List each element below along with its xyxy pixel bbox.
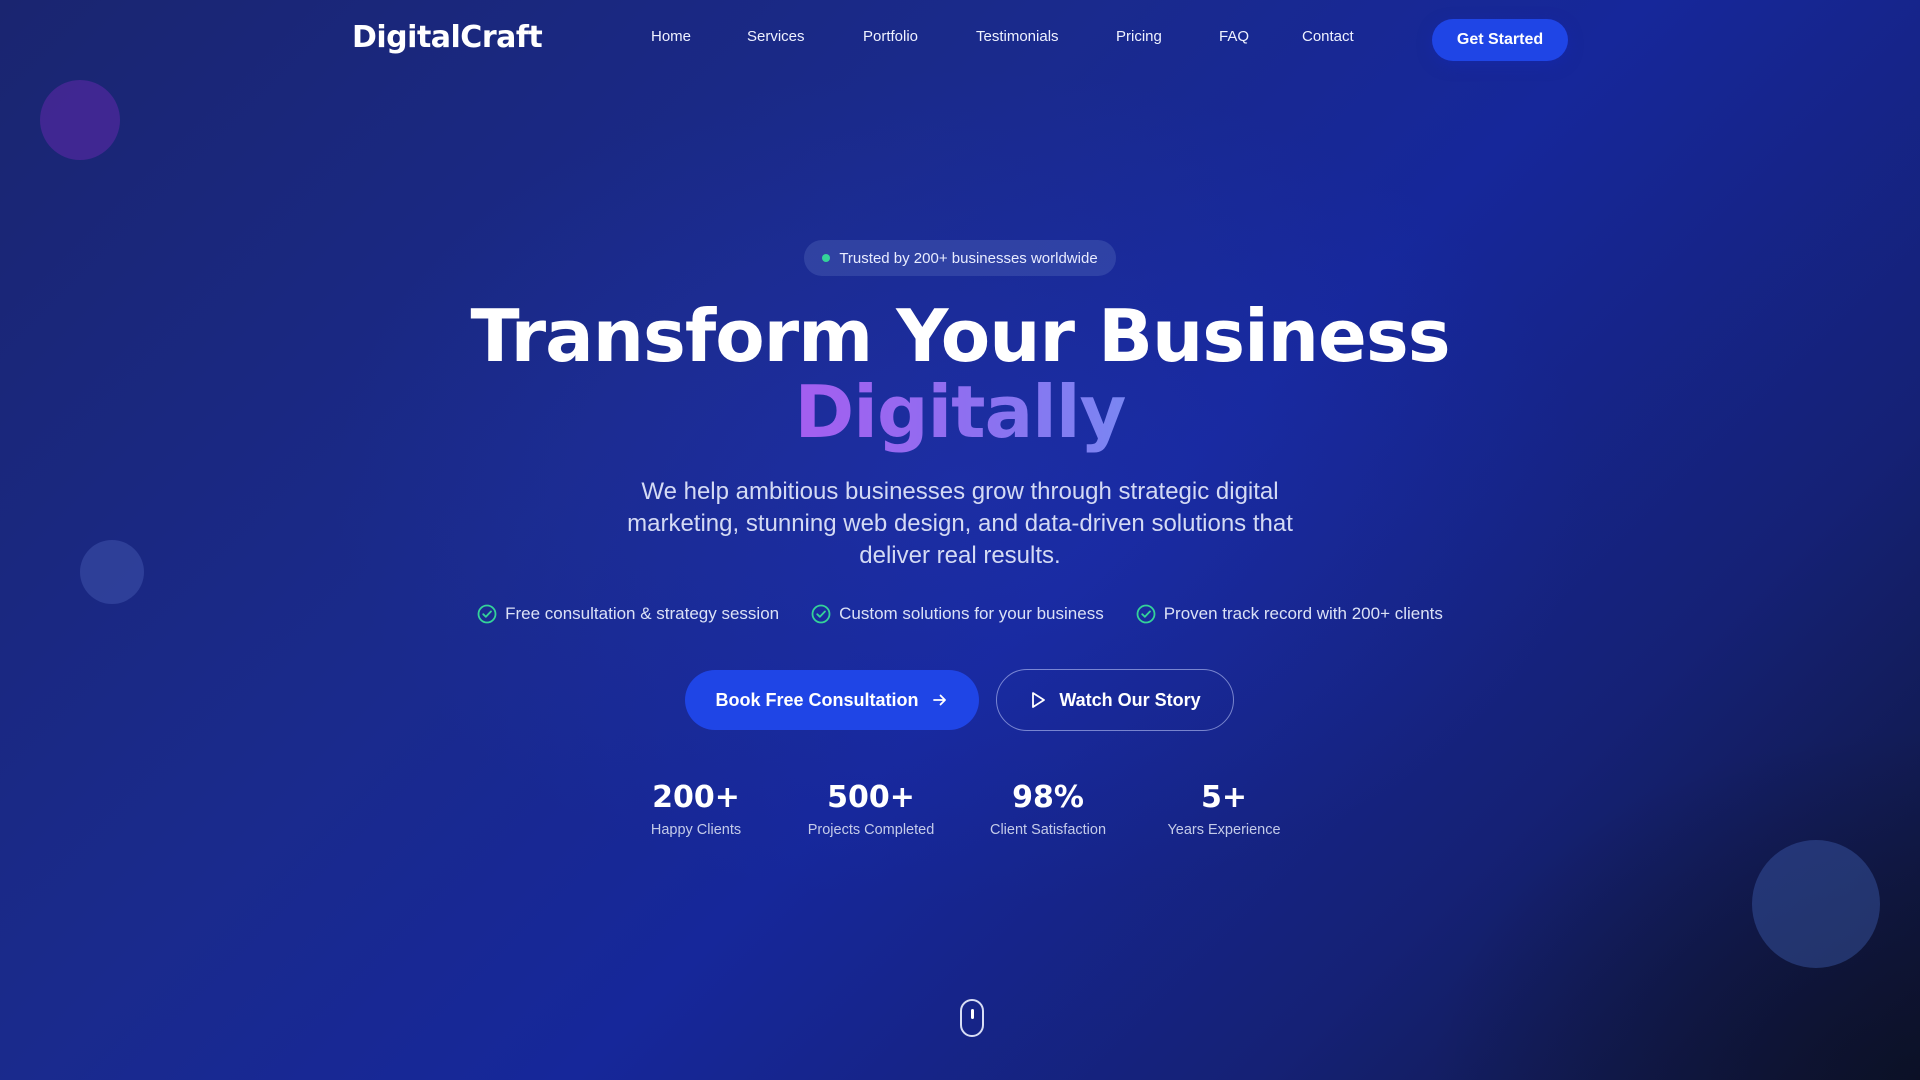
nav-link-contact[interactable]: Contact — [1302, 28, 1372, 45]
nav-links: Home Services Portfolio Testimonials Pri… — [651, 28, 1372, 45]
mouse-scroll-icon[interactable] — [960, 999, 984, 1037]
stat-value: 98% — [1012, 780, 1084, 815]
trust-badge: Trusted by 200+ businesses worldwide — [804, 240, 1116, 276]
nav-link-home[interactable]: Home — [651, 28, 747, 45]
nav-link-testimonials[interactable]: Testimonials — [976, 28, 1116, 45]
feature-text: Free consultation & strategy session — [505, 604, 780, 623]
hero-subtitle: We help ambitious businesses grow throug… — [627, 478, 1293, 569]
check-circle-icon — [811, 604, 831, 624]
check-circle-icon — [1136, 604, 1156, 624]
hero-headline: Transform Your Business — [470, 294, 1450, 378]
watch-story-button[interactable]: Watch Our Story — [996, 669, 1234, 731]
stat-years-experience: 5+ Years Experience — [1144, 778, 1304, 838]
top-navigation: DigitalCraft Home Services Portfolio Tes… — [0, 0, 1920, 78]
stat-projects-completed: 500+ Projects Completed — [791, 778, 951, 838]
hero-headline-highlight-text: Digitally — [794, 370, 1127, 454]
decorative-circle — [80, 540, 144, 604]
stat-label: Happy Clients — [650, 822, 742, 838]
decorative-circle — [1752, 840, 1880, 968]
feature-item: Free consultation & strategy session — [477, 604, 779, 624]
book-consultation-label: Book Free Consultation — [715, 689, 919, 710]
stat-label: Projects Completed — [807, 822, 935, 838]
stat-client-satisfaction: 98% Client Satisfaction — [968, 778, 1128, 838]
nav-link-services[interactable]: Services — [747, 28, 863, 45]
stat-value: 200+ — [652, 780, 740, 815]
stat-label: Client Satisfaction — [989, 822, 1107, 838]
stat-value: 5+ — [1200, 780, 1247, 815]
hero-headline-highlight: Digitally — [0, 372, 1920, 452]
feature-item: Custom solutions for your business — [811, 604, 1104, 624]
trust-badge-text: Trusted by 200+ businesses worldwide — [839, 249, 1098, 267]
get-started-button[interactable]: Get Started — [1432, 19, 1568, 61]
feature-item: Proven track record with 200+ clients — [1136, 604, 1443, 624]
stat-value: 500+ — [827, 780, 915, 815]
nav-link-portfolio[interactable]: Portfolio — [863, 28, 976, 45]
book-consultation-button[interactable]: Book Free Consultation — [685, 670, 979, 730]
feature-text: Proven track record with 200+ clients — [1163, 604, 1443, 623]
stat-label: Years Experience — [1167, 822, 1281, 838]
play-icon — [1032, 692, 1046, 708]
check-circle-icon — [477, 604, 497, 624]
arrow-right-icon — [932, 694, 946, 706]
logo[interactable]: DigitalCraft — [352, 20, 543, 55]
feature-list: Free consultation & strategy session Cus… — [0, 604, 1920, 624]
decorative-circle — [40, 80, 120, 160]
status-dot-icon — [822, 254, 831, 262]
watch-story-label: Watch Our Story — [1059, 689, 1201, 710]
stat-happy-clients: 200+ Happy Clients — [616, 778, 776, 838]
scroll-wheel-indicator — [971, 1009, 974, 1019]
feature-text: Custom solutions for your business — [839, 604, 1104, 623]
nav-link-pricing[interactable]: Pricing — [1116, 28, 1219, 45]
nav-link-faq[interactable]: FAQ — [1219, 28, 1302, 45]
